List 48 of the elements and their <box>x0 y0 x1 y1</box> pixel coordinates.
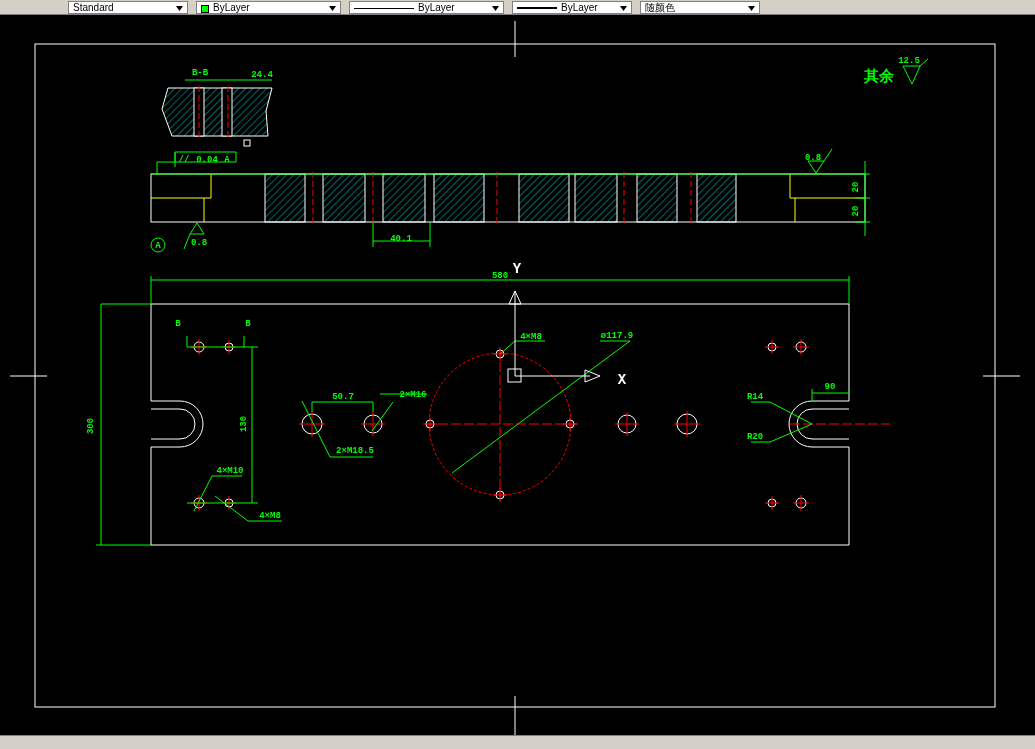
axis-label: Y <box>512 261 522 277</box>
dimension-text: 2×M16 <box>399 390 427 400</box>
plot-style-text: 随颜色 <box>645 3 675 13</box>
color-text: ByLayer <box>213 3 250 13</box>
dimension-text: 12.5 <box>898 56 920 66</box>
line-sample-icon <box>517 7 557 9</box>
linetype-dropdown[interactable]: ByLayer <box>349 1 504 14</box>
dimension-text: R14 <box>746 392 764 402</box>
dimension-text: 4×M8 <box>259 511 281 521</box>
color-dropdown[interactable]: ByLayer <box>196 1 341 14</box>
note-text: 其余 <box>864 67 894 85</box>
linetype-text: ByLayer <box>418 3 455 13</box>
dimension-text: // <box>178 155 190 165</box>
dimension-text: ø117.9 <box>600 331 634 341</box>
ucs-icon <box>507 290 601 383</box>
plot-style-dropdown[interactable]: 随颜色 <box>640 1 760 14</box>
dimension-text: B <box>245 319 251 329</box>
dimension-text: 4×M8 <box>520 332 542 342</box>
text-style-dropdown[interactable]: Standard <box>68 1 188 14</box>
dimension-text: 0.04 <box>196 155 218 165</box>
style-text: Standard <box>73 3 114 13</box>
dimension-text: 20 <box>851 205 861 217</box>
dimension-text: 90 <box>824 382 836 392</box>
dimension-text: B-B <box>191 68 209 78</box>
caret-icon <box>329 6 336 11</box>
caret-icon <box>176 6 183 11</box>
dimension-text: B <box>175 319 181 329</box>
dimension-text: 0.8 <box>190 238 208 248</box>
dimension-text: R20 <box>746 432 764 442</box>
dimension-text: 130 <box>239 415 249 433</box>
dimension-text: 40.1 <box>390 234 412 244</box>
dimension-text: 2×M18.5 <box>336 446 374 456</box>
caret-icon <box>492 6 499 11</box>
dimension-text: 300 <box>86 417 96 435</box>
lineweight-text: ByLayer <box>561 3 598 13</box>
dimension-text: 0.8 <box>804 153 822 163</box>
caret-icon <box>620 6 627 11</box>
dimension-text: 24.4 <box>251 70 273 80</box>
dimension-text: 50.7 <box>332 392 354 402</box>
dimension-text: 580 <box>491 271 509 281</box>
axis-label: X <box>617 372 627 388</box>
caret-icon <box>748 6 755 11</box>
dimension-text: A <box>224 155 230 165</box>
dimension-text: 4×M10 <box>216 466 244 476</box>
lineweight-dropdown[interactable]: ByLayer <box>512 1 632 14</box>
dimension-text: 20 <box>851 181 861 193</box>
dimension-text: A <box>155 241 161 251</box>
line-sample-icon <box>354 8 414 9</box>
